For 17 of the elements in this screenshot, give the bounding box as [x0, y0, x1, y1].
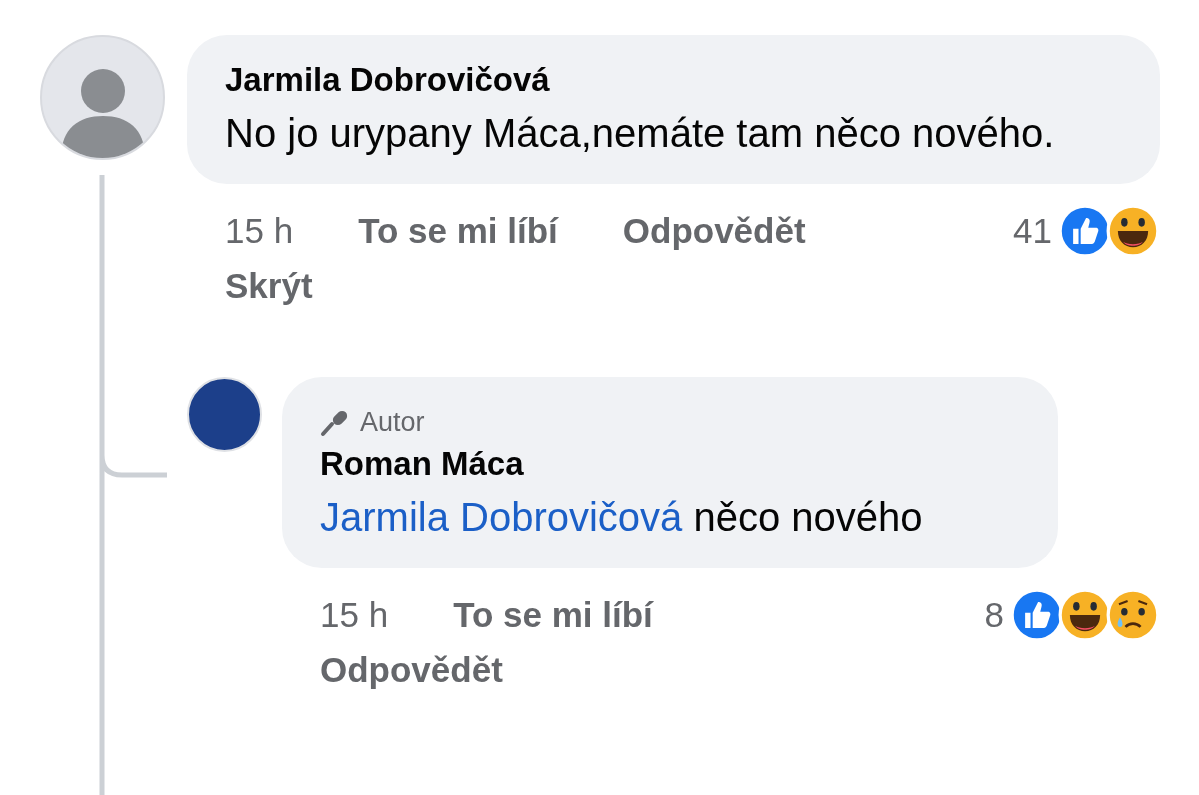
author-label: Autor	[360, 405, 425, 439]
author-name[interactable]: Roman Máca	[320, 444, 1028, 484]
comment-text: No jo urypany Máca,nemáte tam něco nového.	[225, 110, 1056, 157]
comment-text: Jarmila Dobrovičová něco nového	[320, 494, 924, 541]
laughing-face-icon	[1106, 204, 1160, 258]
hide-link[interactable]: Skrýt	[225, 260, 313, 313]
like-link[interactable]: To se mi líbí	[358, 204, 558, 258]
comment-time: 15 h	[320, 593, 389, 636]
reply-link[interactable]: Odpovědět	[320, 644, 503, 697]
like-link[interactable]: To se mi líbí	[453, 588, 653, 642]
reaction-count: 8	[984, 593, 1004, 636]
reply-link[interactable]: Odpovědět	[622, 204, 806, 258]
crying-face-icon	[1106, 588, 1160, 642]
mention-link[interactable]: Jarmila Dobrovičová	[320, 495, 683, 539]
reaction-count: 41	[1013, 209, 1052, 252]
comment-time: 15 h	[225, 209, 294, 252]
author-name[interactable]: Jarmila Dobrovičová	[225, 60, 1120, 100]
